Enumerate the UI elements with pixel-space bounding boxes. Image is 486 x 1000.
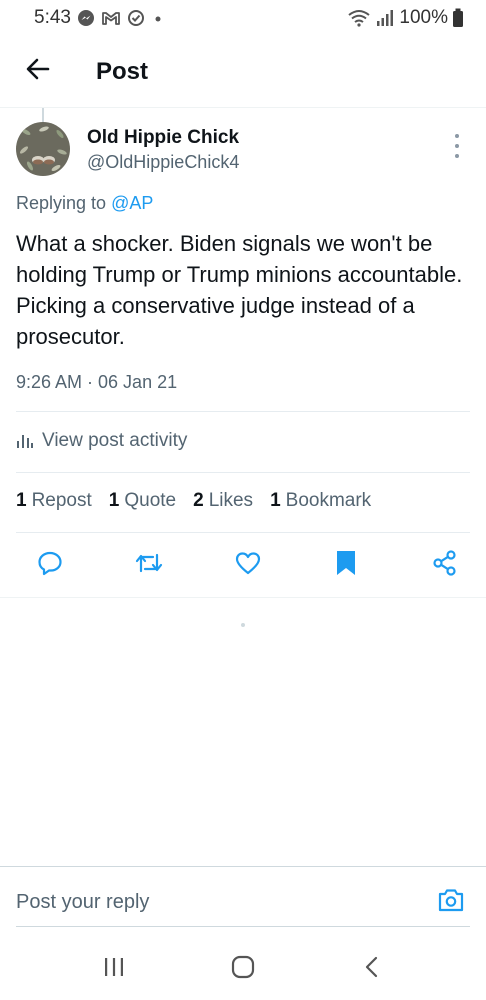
more-dot [455, 144, 459, 148]
signal-icon [375, 9, 395, 27]
likes-stat[interactable]: 2 Likes [193, 490, 253, 512]
bookmark-button[interactable] [330, 549, 362, 581]
messenger-icon [77, 9, 95, 27]
recent-apps-icon [102, 956, 126, 983]
view-post-activity-button[interactable]: View post activity [16, 430, 187, 452]
quotes-label: Quote [124, 490, 177, 511]
post-timestamp[interactable]: 9:26 AM · 06 Jan 21 [16, 372, 177, 393]
share-button[interactable] [429, 549, 461, 581]
reposts-label: Repost [31, 490, 92, 511]
avatar[interactable] [16, 122, 70, 176]
arrow-left-icon [25, 56, 51, 87]
post-actions [16, 545, 470, 585]
divider [16, 532, 470, 533]
analytics-icon [16, 433, 34, 449]
gmail-icon [101, 10, 121, 26]
quotes-stat[interactable]: 1 Quote [109, 490, 176, 512]
battery-percent: 100% [399, 7, 448, 28]
post-stats: 1 Repost 1 Quote 2 Likes 1 Bookmark [16, 490, 388, 512]
status-time: 5:43 [34, 7, 71, 28]
system-nav-bar [0, 938, 486, 1000]
reply-input-underline [16, 926, 470, 927]
likes-count: 2 [193, 490, 204, 511]
replying-to-link[interactable]: @AP [111, 193, 153, 213]
divider [16, 411, 470, 412]
dot-icon [151, 9, 165, 27]
home-button[interactable] [223, 949, 263, 989]
status-bar-left: 5:43 [34, 7, 165, 29]
quotes-count: 1 [108, 490, 120, 511]
like-button[interactable] [232, 549, 264, 581]
status-bar-right: 100% [347, 7, 464, 29]
bookmarks-label: Bookmark [285, 490, 372, 511]
battery-icon [452, 8, 464, 28]
replying-prefix: Replying to [16, 193, 107, 213]
author-display-name[interactable]: Old Hippie Chick [87, 126, 239, 150]
like-icon [234, 549, 262, 582]
share-icon [431, 549, 459, 582]
divider [16, 472, 470, 473]
home-icon [230, 954, 256, 985]
author-names: Old Hippie Chick @OldHippieChick4 [87, 126, 239, 182]
bookmark-icon [334, 549, 358, 582]
repost-icon [134, 549, 164, 582]
status-bar: 5:43 100% [0, 0, 486, 36]
replying-to: Replying to @AP [16, 193, 153, 214]
reposts-stat[interactable]: 1 Repost [16, 490, 92, 512]
author-handle[interactable]: @OldHippieChick4 [87, 150, 239, 174]
post-bottom-border [0, 597, 486, 598]
repost-button[interactable] [133, 549, 165, 581]
more-options-button[interactable] [450, 134, 464, 158]
back-button[interactable] [18, 52, 58, 92]
post-author: Old Hippie Chick @OldHippieChick4 [16, 122, 470, 182]
reply-button[interactable] [34, 549, 66, 581]
reposts-count: 1 [16, 490, 27, 511]
app-header: Post [0, 36, 486, 108]
reply-input[interactable] [16, 890, 396, 914]
recent-apps-button[interactable] [94, 949, 134, 989]
post-text: What a shocker. Biden signals we won't b… [16, 231, 463, 349]
bookmarks-stat[interactable]: 1 Bookmark [270, 490, 371, 512]
bookmarks-count: 1 [270, 490, 281, 511]
more-dot [455, 134, 459, 138]
system-back-button[interactable] [352, 949, 392, 989]
loading-indicator [241, 623, 245, 627]
likes-label: Likes [208, 490, 254, 511]
chevron-left-icon [361, 955, 383, 984]
page-title: Post [96, 57, 149, 85]
wifi-icon [347, 9, 371, 27]
more-dot [455, 154, 459, 158]
camera-icon [437, 887, 465, 918]
reply-icon [36, 549, 64, 582]
camera-button[interactable] [434, 885, 468, 919]
check-circle-icon [127, 9, 145, 27]
view-post-activity-label: View post activity [42, 430, 188, 451]
